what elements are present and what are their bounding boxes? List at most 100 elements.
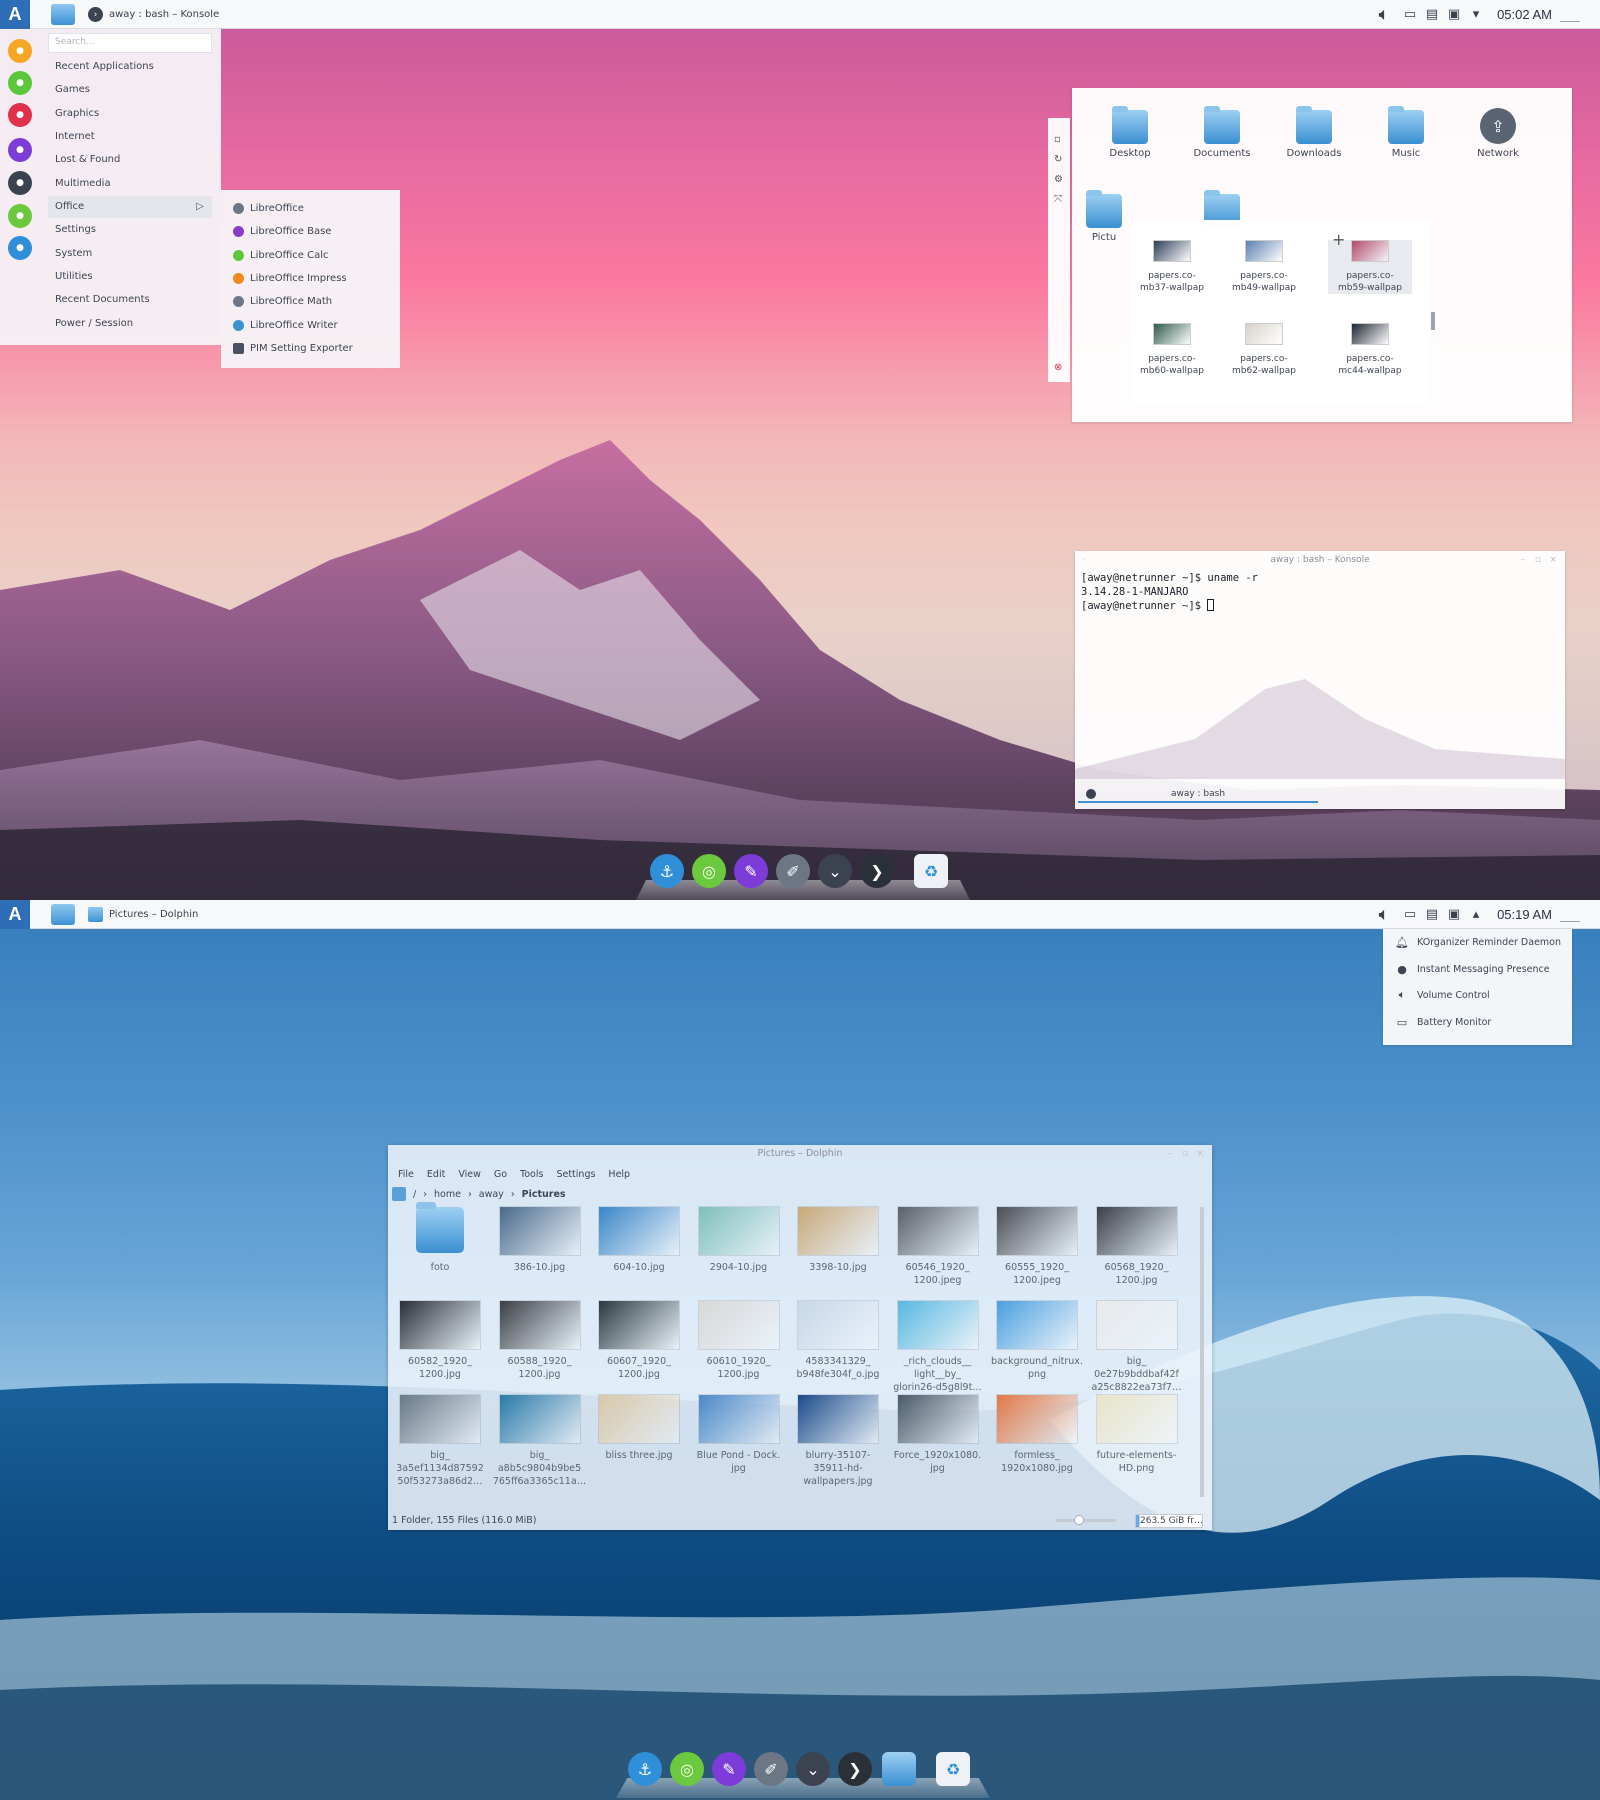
menu-category-system[interactable]: System bbox=[48, 243, 212, 265]
dock-item-anchor-icon[interactable]: ⚓ bbox=[650, 854, 684, 888]
close-widget-icon[interactable]: ⊗ bbox=[1054, 362, 1062, 373]
file-item[interactable]: 60555_1920_ 1200.jpeg bbox=[989, 1207, 1085, 1287]
menu-category-utilities[interactable]: Utilities bbox=[48, 266, 212, 288]
menu-file[interactable]: File bbox=[398, 1169, 414, 1180]
maximize-icon[interactable]: ▫ bbox=[1182, 1149, 1188, 1159]
folder-network[interactable]: ⇪ Network bbox=[1458, 108, 1538, 159]
file-item[interactable]: 4583341329_ b948fe304f_o.jpg bbox=[790, 1301, 886, 1381]
move-handle-icon[interactable]: ⤧ bbox=[1054, 194, 1062, 205]
maximize-icon[interactable]: ▫ bbox=[1535, 555, 1541, 565]
add-icon[interactable]: + bbox=[1332, 232, 1345, 248]
volume-icon[interactable]: 🔈︎ bbox=[1373, 5, 1395, 23]
tray-expand-icon[interactable]: ▾ bbox=[1469, 7, 1483, 22]
application-launcher-icon[interactable]: A bbox=[0, 0, 30, 29]
submenu-item-libreoffice-calc[interactable]: LibreOffice Calc bbox=[233, 245, 329, 265]
dock-item-chrome-icon[interactable]: ◎ bbox=[692, 854, 726, 888]
file-item[interactable]: future-elements- HD.png bbox=[1089, 1395, 1185, 1475]
dock-item-chrome-icon[interactable]: ◎ bbox=[670, 1752, 704, 1786]
file-item[interactable]: big_ 0e27b9bddbaf42f a25c8822ea73f7… bbox=[1089, 1301, 1185, 1394]
tray-item-battery-monitor[interactable]: ▭ Battery Monitor bbox=[1395, 1012, 1492, 1032]
file-manager-icon[interactable] bbox=[51, 4, 75, 25]
breadcrumb-home[interactable]: home bbox=[434, 1189, 461, 1200]
dock-item-trash-recycle-icon[interactable]: ♻ bbox=[936, 1752, 970, 1786]
folder-desktop[interactable]: Desktop bbox=[1090, 106, 1170, 159]
tray-item-instant-messaging[interactable]: ● Instant Messaging Presence bbox=[1395, 959, 1549, 979]
minimize-icon[interactable]: – bbox=[1521, 555, 1526, 565]
breadcrumb-root[interactable]: / bbox=[413, 1189, 416, 1200]
favorite-flash-icon[interactable]: ● bbox=[8, 103, 32, 127]
zoom-slider[interactable] bbox=[1056, 1515, 1116, 1525]
file-item[interactable]: bliss three.jpg bbox=[591, 1395, 687, 1462]
dock-item-trash-recycle-icon[interactable]: ♻ bbox=[914, 854, 948, 888]
menu-category-multimedia[interactable]: Multimedia bbox=[48, 173, 212, 195]
close-icon[interactable]: × bbox=[1549, 555, 1557, 565]
menu-category-games[interactable]: Games bbox=[48, 79, 212, 101]
scrollbar[interactable] bbox=[1431, 312, 1435, 330]
file-item[interactable]: Force_1920x1080. jpg bbox=[890, 1395, 986, 1475]
storage-icon[interactable]: ▤ bbox=[1425, 7, 1439, 22]
file-item[interactable]: 2904-10.jpg bbox=[691, 1207, 787, 1274]
dock-item-edit-icon[interactable]: ✐ bbox=[776, 854, 810, 888]
favorite-messenger-icon[interactable]: ● bbox=[8, 138, 32, 162]
menu-category-settings[interactable]: Settings bbox=[48, 219, 212, 241]
dock-item-terminal-icon[interactable]: ❯ bbox=[838, 1752, 872, 1786]
window-menu-icon[interactable]: · bbox=[1083, 555, 1086, 565]
file-item[interactable]: 60607_1920_ 1200.jpg bbox=[591, 1301, 687, 1381]
clock[interactable]: 05:19 AM bbox=[1497, 907, 1552, 922]
menu-go[interactable]: Go bbox=[494, 1169, 507, 1180]
resize-handle-icon[interactable]: ▫ bbox=[1054, 134, 1061, 145]
file-item[interactable]: 3398-10.jpg bbox=[790, 1207, 886, 1274]
clock[interactable]: 05:02 AM bbox=[1497, 7, 1552, 22]
tray-collapse-icon[interactable]: ▴ bbox=[1469, 907, 1483, 922]
terminal-tab[interactable]: away : bash bbox=[1078, 785, 1318, 803]
favorite-settings-icon[interactable]: ● bbox=[8, 171, 32, 195]
tray-item-volume-control[interactable]: 🔈︎ Volume Control bbox=[1395, 985, 1490, 1005]
taskbar-item-konsole[interactable]: › away : bash – Konsole bbox=[88, 5, 219, 24]
file-item[interactable]: 60546_1920_ 1200.jpeg bbox=[890, 1207, 986, 1287]
submenu-item-pim-setting-exporter[interactable]: PIM Setting Exporter bbox=[233, 338, 353, 358]
breadcrumb-user[interactable]: away bbox=[479, 1189, 504, 1200]
zoom-slider-knob[interactable] bbox=[1074, 1515, 1084, 1525]
display-icon[interactable]: ▣ bbox=[1447, 7, 1461, 22]
file-item[interactable]: background_nitrux. png bbox=[989, 1301, 1085, 1381]
menu-category-office[interactable]: Office ▷ bbox=[48, 196, 212, 218]
breadcrumb-current[interactable]: Pictures bbox=[522, 1189, 566, 1200]
file-item[interactable]: 60588_1920_ 1200.jpg bbox=[492, 1301, 588, 1381]
tray-item-korganizer[interactable]: 🔔︎ KOrganizer Reminder Daemon bbox=[1395, 932, 1561, 952]
volume-icon[interactable]: 🔈︎ bbox=[1373, 905, 1395, 923]
file-item[interactable]: 60568_1920_ 1200.jpg bbox=[1089, 1207, 1185, 1287]
dock-item-folder-icon[interactable] bbox=[882, 1752, 916, 1786]
file-item[interactable]: Blue Pond - Dock. jpg bbox=[691, 1395, 787, 1475]
scrollbar[interactable] bbox=[1200, 1207, 1204, 1497]
submenu-item-libreoffice-math[interactable]: LibreOffice Math bbox=[233, 291, 332, 311]
menu-view[interactable]: View bbox=[458, 1169, 481, 1180]
folder-downloads[interactable]: Downloads bbox=[1274, 106, 1354, 159]
preview-file[interactable]: papers.co-mb60-wallpap bbox=[1130, 323, 1214, 377]
file-item[interactable]: 60582_1920_ 1200.jpg bbox=[392, 1301, 488, 1381]
file-item[interactable]: big_ 3a5ef1134d87592 50f53273a86d2… bbox=[392, 1395, 488, 1488]
file-item[interactable]: _rich_clouds__ light__by_ glorin26-d5g8l… bbox=[890, 1301, 986, 1394]
taskbar-item-dolphin[interactable]: Pictures – Dolphin bbox=[88, 905, 198, 924]
menu-category-recent-documents[interactable]: Recent Documents bbox=[48, 289, 212, 311]
dock-item-edit-icon[interactable]: ✐ bbox=[754, 1752, 788, 1786]
preview-file-selected[interactable]: papers.co-mb59-wallpap + bbox=[1328, 232, 1412, 294]
menu-category-internet[interactable]: Internet bbox=[48, 126, 212, 148]
folder-music[interactable]: Music bbox=[1366, 106, 1446, 159]
minimize-icon[interactable]: – bbox=[1168, 1149, 1173, 1159]
folder-pictures[interactable]: Pictu bbox=[1074, 190, 1134, 243]
menu-category-lost-found[interactable]: Lost & Found bbox=[48, 149, 212, 171]
favorite-media-player-icon[interactable]: ● bbox=[8, 39, 32, 63]
preview-file[interactable]: papers.co-mb37-wallpap bbox=[1130, 240, 1214, 294]
display-icon[interactable]: ▣ bbox=[1447, 907, 1461, 922]
close-icon[interactable]: × bbox=[1196, 1149, 1204, 1159]
submenu-item-libreoffice[interactable]: LibreOffice bbox=[233, 198, 304, 218]
dock-item-chevron-down-icon[interactable]: ⌄ bbox=[818, 854, 852, 888]
show-desktop-button[interactable] bbox=[1560, 14, 1580, 22]
menu-edit[interactable]: Edit bbox=[427, 1169, 445, 1180]
file-item[interactable]: 386-10.jpg bbox=[492, 1207, 588, 1274]
menu-category-power-session[interactable]: Power / Session bbox=[48, 313, 212, 335]
menu-settings[interactable]: Settings bbox=[556, 1169, 595, 1180]
folder-documents[interactable]: Documents bbox=[1182, 106, 1262, 159]
dock-item-terminal-icon[interactable]: ❯ bbox=[860, 854, 894, 888]
terminal-output[interactable]: [away@netrunner ~]$ uname -r 3.14.28-1-M… bbox=[1075, 569, 1565, 615]
